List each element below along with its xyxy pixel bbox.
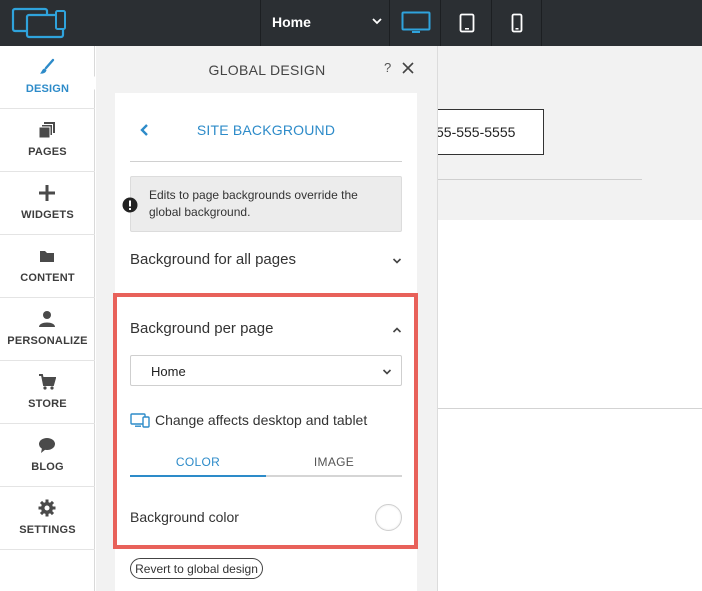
section-divider (130, 161, 402, 162)
warning-icon (122, 197, 138, 213)
nav-item-label: PERSONALIZE (7, 335, 88, 347)
revert-to-global-button[interactable]: Revert to global design (130, 558, 263, 579)
tablet-view-button[interactable] (442, 0, 492, 46)
top-toolbar: Home (0, 0, 702, 46)
desktop-icon (401, 11, 430, 33)
pages-icon (38, 122, 55, 139)
page-selector[interactable]: Home (260, 0, 390, 46)
background-all-pages-label: Background for all pages (130, 251, 296, 268)
nav-item-label: SETTINGS (19, 524, 76, 536)
section-title: SITE BACKGROUND (196, 122, 336, 138)
page-selector-label: Home (272, 14, 311, 30)
gear-icon (38, 499, 56, 517)
chevron-down-icon (392, 258, 402, 264)
notice-text: Edits to page backgrounds override the g… (149, 188, 358, 219)
close-icon[interactable] (401, 61, 415, 75)
preview-divider (437, 179, 642, 180)
nav-item-blog[interactable]: BLOG (0, 424, 95, 487)
revert-button-label: Revert to global design (135, 562, 258, 576)
nav-item-label: BLOG (31, 461, 64, 473)
nav-item-label: STORE (28, 398, 67, 410)
app-logo-icon[interactable] (10, 5, 68, 39)
site-preview[interactable]: 55-555-5555 (417, 46, 702, 591)
paintbrush-icon (40, 58, 55, 74)
nav-item-store[interactable]: STORE (0, 361, 95, 424)
nav-item-design[interactable]: DESIGN (0, 46, 95, 109)
plus-icon (39, 185, 55, 201)
tablet-icon (459, 13, 474, 33)
help-icon[interactable]: ? (384, 60, 391, 75)
cart-icon (39, 374, 56, 390)
phone-view-button[interactable] (492, 0, 542, 46)
chevron-down-icon (372, 18, 382, 25)
nav-item-settings[interactable]: SETTINGS (0, 487, 95, 550)
nav-item-label: PAGES (28, 146, 67, 158)
nav-item-label: WIDGETS (21, 209, 74, 221)
nav-item-pages[interactable]: PAGES (0, 109, 95, 172)
highlight-box (113, 293, 418, 549)
folder-icon (40, 251, 54, 262)
nav-item-widgets[interactable]: WIDGETS (0, 172, 95, 235)
desktop-view-button[interactable] (391, 0, 441, 46)
left-navigation: DESIGN PAGES WIDGETS CONTENT PERSONALIZE (0, 46, 101, 591)
phone-number-text: 55-555-5555 (436, 124, 516, 140)
speech-bubble-icon (39, 438, 55, 453)
nav-item-label: CONTENT (20, 272, 75, 284)
phone-icon (511, 13, 522, 33)
notice-box: Edits to page backgrounds override the g… (130, 176, 402, 232)
preview-divider (437, 408, 702, 409)
nav-item-label: DESIGN (25, 83, 70, 95)
person-icon (39, 311, 55, 327)
nav-item-personalize[interactable]: PERSONALIZE (0, 298, 95, 361)
nav-item-content[interactable]: CONTENT (0, 235, 95, 298)
background-all-pages-row[interactable]: Background for all pages (130, 251, 402, 275)
